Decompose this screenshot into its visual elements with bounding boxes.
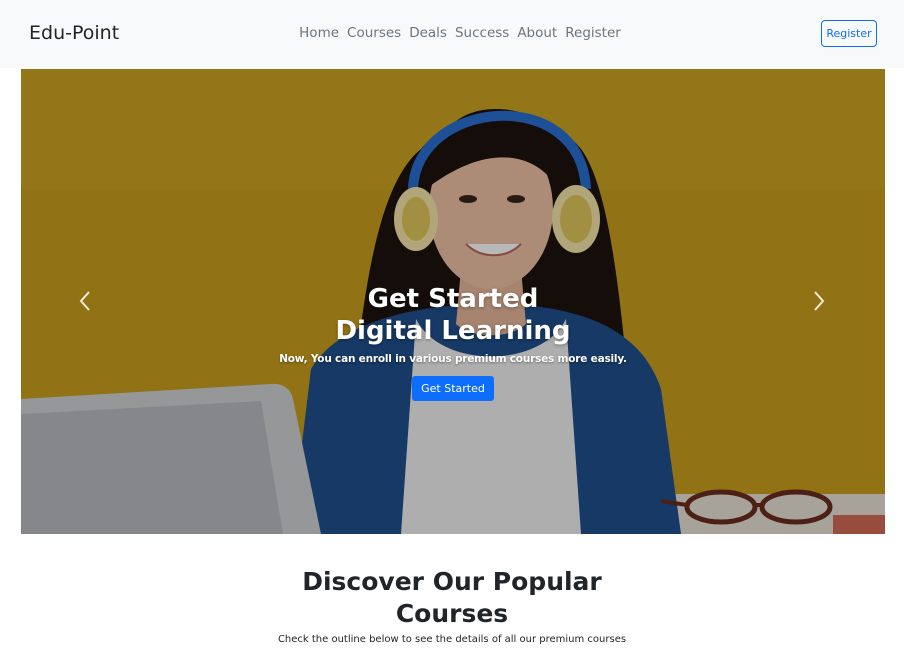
nav-link-home[interactable]: Home <box>299 25 339 41</box>
carousel-prev-button[interactable] <box>73 289 97 313</box>
hero-title: Get Started Digital Learning <box>335 284 571 346</box>
section-title: Discover Our Popular Courses <box>302 567 602 628</box>
nav-link-courses[interactable]: Courses <box>347 25 401 41</box>
nav-links: Home Courses Deals Success About Registe… <box>0 25 904 41</box>
nav-link-success[interactable]: Success <box>455 25 509 41</box>
nav-link-deals[interactable]: Deals <box>409 25 447 41</box>
hero-subtitle: Now, You can enroll in various premium c… <box>279 353 627 365</box>
register-button[interactable]: Register <box>821 20 877 47</box>
nav-link-register[interactable]: Register <box>565 25 621 41</box>
get-started-button[interactable]: Get Started <box>412 376 494 401</box>
chevron-right-icon <box>814 291 825 311</box>
chevron-left-icon <box>79 291 90 311</box>
carousel-next-button[interactable] <box>807 289 831 313</box>
nav-link-about[interactable]: About <box>517 25 557 41</box>
navbar: Edu-Point Home Courses Deals Success Abo… <box>0 0 904 68</box>
hero-carousel: Get Started Digital Learning Now, You ca… <box>21 69 885 534</box>
carousel-caption: Get Started Digital Learning Now, You ca… <box>253 283 653 401</box>
courses-section: Discover Our Popular Courses Check the o… <box>0 566 904 645</box>
section-subtitle: Check the outline below to see the detai… <box>277 634 627 645</box>
